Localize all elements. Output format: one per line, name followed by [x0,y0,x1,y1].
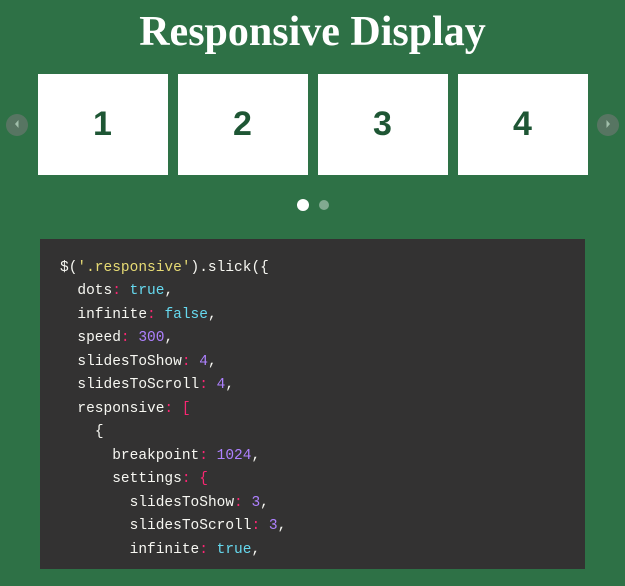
code-block: $('.responsive').slick({ dots: true, inf… [40,239,585,569]
code-token: : [182,354,191,370]
code-token: 3 [269,518,278,534]
code-token: true [217,542,252,558]
code-token: slidesToShow [77,354,181,370]
slide[interactable]: 1 [38,74,168,175]
code-token: , [164,330,173,346]
code-token: : [199,448,208,464]
code-token: : [234,495,243,511]
code-token: 3 [251,495,260,511]
section-heading: Responsive Display [0,0,625,74]
code-token: ).slick({ [191,260,269,276]
code-token: speed [77,330,121,346]
code-token: infinite [130,542,200,558]
code-token: '.responsive' [77,260,190,276]
code-token: , [251,542,260,558]
code-token: slidesToShow [130,495,234,511]
code-token: { [95,424,104,440]
code-token: : [121,330,130,346]
dot[interactable] [319,200,329,210]
code-token: breakpoint [112,448,199,464]
code-token: infinite [77,307,147,323]
code-token: , [278,518,287,534]
code-token: : [147,307,156,323]
code-token: settings [112,471,182,487]
chevron-left-icon [12,116,22,134]
dot-active[interactable] [297,199,309,211]
code-token: dots [77,283,112,299]
code-token: , [260,495,269,511]
carousel: 1 2 3 4 [0,74,625,175]
code-token: , [225,377,234,393]
code-token: , [208,354,217,370]
code-token: slidesToScroll [77,377,199,393]
code-token: : [ [164,401,190,417]
next-arrow[interactable] [597,114,619,136]
code-token: true [130,283,165,299]
code-token: : [199,542,208,558]
code-token: : [112,283,121,299]
slides-track: 1 2 3 4 [32,74,593,175]
prev-arrow[interactable] [6,114,28,136]
code-token: , [251,448,260,464]
code-token: : [199,377,208,393]
slide[interactable]: 2 [178,74,308,175]
code-token: $( [60,260,77,276]
code-token: 1024 [217,448,252,464]
code-token: false [164,307,208,323]
chevron-right-icon [603,116,613,134]
code-token: 300 [138,330,164,346]
code-token: , [164,283,173,299]
code-token: responsive [77,401,164,417]
pagination-dots [0,199,625,211]
code-token: 4 [199,354,208,370]
code-token: slidesToScroll [130,518,252,534]
slide[interactable]: 4 [458,74,588,175]
code-token: , [208,307,217,323]
slide[interactable]: 3 [318,74,448,175]
code-token: : [251,518,260,534]
code-token: : { [182,471,208,487]
